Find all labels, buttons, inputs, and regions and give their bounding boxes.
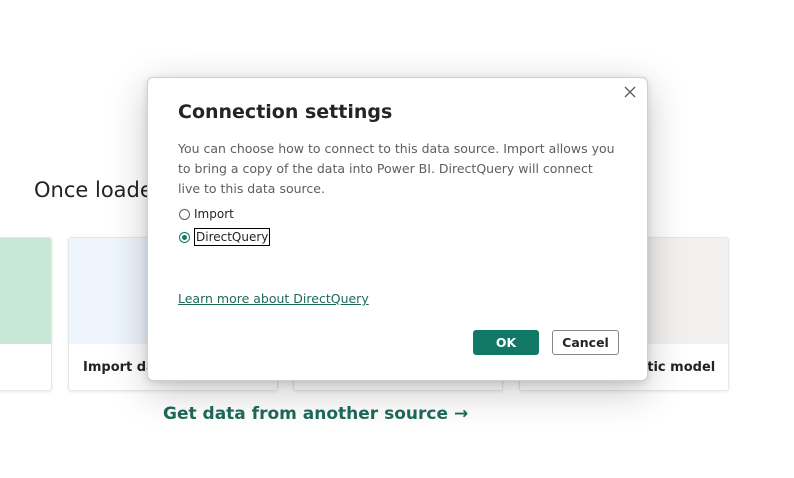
radio-label-directquery: DirectQuery [194,228,271,246]
background-heading: Once loade [34,178,153,202]
source-card-left[interactable] [0,237,52,391]
close-icon [624,86,636,98]
card-label: ntic model [638,360,716,375]
learn-more-link[interactable]: Learn more about DirectQuery [178,291,369,306]
card-image [0,238,51,344]
dialog-description: You can choose how to connect to this da… [178,141,615,196]
close-button[interactable] [621,83,639,101]
ok-button[interactable]: OK [473,330,539,355]
radio-button-checked[interactable] [179,231,190,243]
dialog-title: Connection settings [178,101,393,123]
radio-label-import: Import [194,207,234,221]
connection-settings-dialog: Connection settings You can choose how t… [147,77,648,381]
get-data-link-label: Get data from another source [163,404,448,424]
radio-option-import[interactable]: Import [179,207,234,221]
cancel-button[interactable]: Cancel [552,330,619,355]
radio-button-unchecked[interactable] [179,208,190,220]
get-data-link[interactable]: Get data from another source → [163,404,468,424]
radio-option-directquery[interactable]: DirectQuery [179,228,271,246]
arrow-right-icon: → [453,404,469,424]
